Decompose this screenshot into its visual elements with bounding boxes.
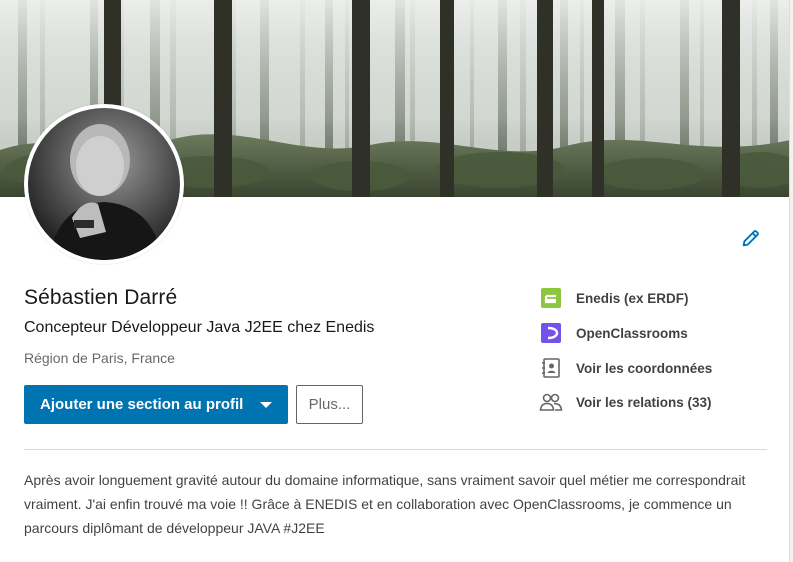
edit-profile-button[interactable] xyxy=(737,224,765,252)
enedis-logo-icon xyxy=(539,286,563,310)
add-profile-section-label: Ajouter une section au profil xyxy=(40,396,244,413)
contact-info-link[interactable]: Voir les coordonnées xyxy=(539,356,712,380)
contact-info-label: Voir les coordonnées xyxy=(576,360,713,376)
people-icon xyxy=(539,390,563,414)
contact-card-icon xyxy=(539,356,563,380)
openclassrooms-logo-icon xyxy=(539,321,563,345)
profile-card: Sébastien Darré Concepteur Développeur J… xyxy=(0,0,790,562)
more-button[interactable]: Plus... xyxy=(296,385,363,424)
company-label: Enedis (ex ERDF) xyxy=(576,290,689,306)
profile-summary: Après avoir longuement gravité autour du… xyxy=(24,472,746,536)
section-divider xyxy=(24,449,767,450)
school-label: OpenClassrooms xyxy=(576,325,688,341)
connections-link[interactable]: Voir les relations (33) xyxy=(539,390,712,414)
pencil-icon xyxy=(742,230,759,247)
connections-label: Voir les relations (33) xyxy=(576,394,712,410)
person-photo xyxy=(48,124,162,260)
school-link[interactable]: OpenClassrooms xyxy=(539,321,688,345)
profile-name: Sébastien Darré xyxy=(24,286,178,309)
avatar xyxy=(28,108,180,260)
company-link[interactable]: Enedis (ex ERDF) xyxy=(539,286,689,310)
profile-headline: Concepteur Développeur Java J2EE chez En… xyxy=(24,319,375,336)
profile-location: Région de Paris, France xyxy=(24,350,175,366)
add-profile-section-button[interactable]: Ajouter une section au profil xyxy=(24,385,288,424)
profile-photo[interactable] xyxy=(24,104,184,264)
caret-down-icon xyxy=(260,402,272,408)
